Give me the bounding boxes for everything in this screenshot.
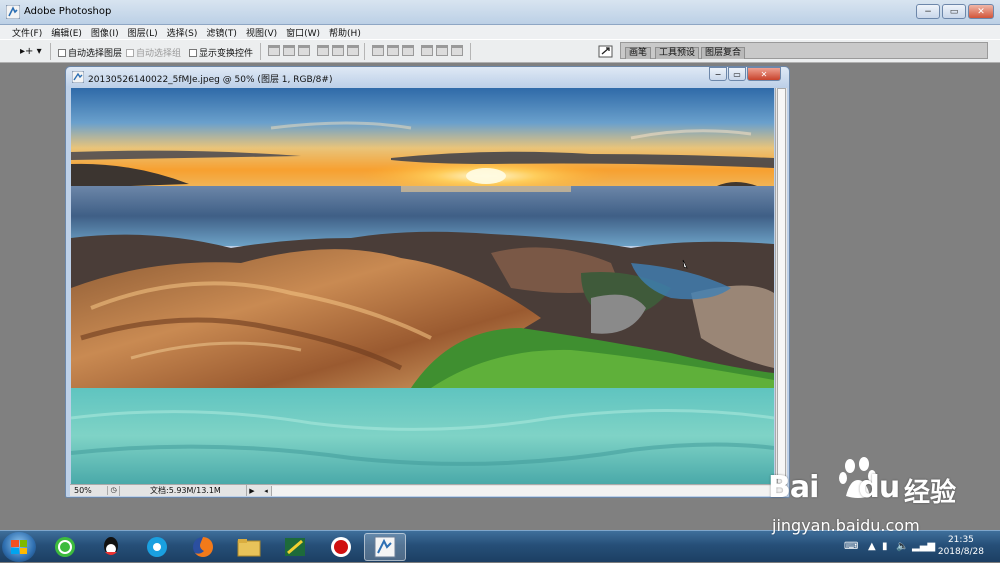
menu-select[interactable]: 选择(S) <box>163 25 203 39</box>
power-icon[interactable]: ▮ <box>882 541 888 552</box>
baidu-watermark: Bai du 经验 jingyan.baidu.com <box>768 456 993 541</box>
photoshop-app: Adobe Photoshop − ▭ ✕ 文件(F) 编辑(E) 图像(I) … <box>0 0 1000 530</box>
document-status-bar: 50% ◷ 文档:5.93M/13.1M ▶ ◂ <box>70 484 787 496</box>
distribute-left-icon[interactable] <box>421 45 433 56</box>
checkbox-box[interactable] <box>58 48 66 57</box>
distribute-top-icon[interactable] <box>372 45 384 56</box>
go-to-bridge-icon[interactable] <box>598 44 614 59</box>
volume-icon[interactable]: 🔈 <box>896 541 908 552</box>
tab-tool-presets[interactable]: 工具预设 <box>655 47 700 59</box>
menu-edit[interactable]: 编辑(E) <box>47 25 87 39</box>
align-top-icon[interactable] <box>268 45 280 56</box>
show-transform-controls-checkbox[interactable]: 显示变换控件 <box>189 46 253 59</box>
divider <box>470 43 471 60</box>
align-buttons-group <box>268 45 359 56</box>
status-menu-arrow-icon[interactable]: ▶ <box>247 487 257 495</box>
tab-layer-comps[interactable]: 图层复合 <box>701 47 746 59</box>
document-size-info: 文档:5.93M/13.1M <box>120 485 247 496</box>
zoom-level-field[interactable]: 50% <box>70 486 108 495</box>
taskbar-qq-icon[interactable] <box>90 533 132 561</box>
jingyan-logo-text: 经验 <box>904 478 957 508</box>
document-titlebar[interactable]: 20130526140022_5fMJe.jpeg @ 50% (图层 1, R… <box>66 67 789 87</box>
minimize-button[interactable]: − <box>916 4 940 19</box>
distribute-buttons-group <box>372 45 463 56</box>
move-tool-preset-picker[interactable]: ▸+ ▾ <box>20 46 42 57</box>
taskbar-media-player-icon[interactable] <box>136 533 178 561</box>
menubar: 文件(F) 编辑(E) 图像(I) 图层(L) 选择(S) 滤镜(T) 视图(V… <box>0 25 1000 39</box>
horizontal-scrollbar[interactable] <box>271 485 787 496</box>
baidu-logo-text: Bai du <box>768 470 900 505</box>
show-hidden-icons-icon[interactable]: ▲ <box>868 541 876 552</box>
doc-restore-button[interactable]: ▭ <box>728 67 746 81</box>
divider <box>50 43 51 60</box>
keyboard-icon[interactable]: ⌨ <box>844 541 858 552</box>
clock-date: 2018/8/28 <box>937 547 984 557</box>
divider <box>364 43 365 60</box>
scroll-left-arrow-icon[interactable]: ◂ <box>261 487 271 495</box>
menu-layer[interactable]: 图层(L) <box>124 25 163 39</box>
menu-file[interactable]: 文件(F) <box>8 25 47 39</box>
landscape-image <box>71 88 774 484</box>
taskbar-photoshop-icon[interactable] <box>364 533 406 561</box>
close-button[interactable]: ✕ <box>968 4 994 19</box>
menu-filter[interactable]: 滤镜(T) <box>202 25 242 39</box>
windows-logo-icon <box>11 540 27 554</box>
image-canvas[interactable] <box>71 88 774 484</box>
divider <box>260 43 261 60</box>
align-horizontal-center-icon[interactable] <box>332 45 344 56</box>
app-title: Adobe Photoshop <box>24 6 112 17</box>
menu-help[interactable]: 帮助(H) <box>325 25 366 39</box>
distribute-vcenter-icon[interactable] <box>387 45 399 56</box>
auto-select-layer-label: 自动选择图层 <box>68 49 123 59</box>
tab-brushes[interactable]: 画笔 <box>625 47 652 59</box>
taskbar-recorder-icon[interactable] <box>320 533 362 561</box>
document-title: 20130526140022_5fMJe.jpeg @ 50% (图层 1, R… <box>88 75 333 85</box>
status-menu-icon[interactable]: ◷ <box>108 485 120 496</box>
taskbar-firefox-icon[interactable] <box>182 533 224 561</box>
document-window: 20130526140022_5fMJe.jpeg @ 50% (图层 1, R… <box>65 66 790 498</box>
taskbar-browser-360-icon[interactable] <box>44 533 86 561</box>
app-titlebar: Adobe Photoshop − ▭ ✕ <box>0 0 1000 25</box>
align-bottom-icon[interactable] <box>298 45 310 56</box>
distribute-bottom-icon[interactable] <box>402 45 414 56</box>
taskbar-file-explorer-icon[interactable] <box>228 533 270 561</box>
auto-select-group-label: 自动选择组 <box>136 49 182 59</box>
menu-window[interactable]: 窗口(W) <box>282 25 325 39</box>
scrollbar-thumb[interactable] <box>777 88 786 484</box>
photoshop-logo-icon <box>6 5 20 19</box>
checkbox-box <box>126 48 134 57</box>
align-vertical-center-icon[interactable] <box>283 45 295 56</box>
taskbar-media-app-icon[interactable] <box>274 533 316 561</box>
watermark-url: jingyan.baidu.com <box>772 516 920 535</box>
distribute-hcenter-icon[interactable] <box>436 45 448 56</box>
doc-close-button[interactable]: ✕ <box>747 67 781 81</box>
vertical-scrollbar[interactable] <box>775 88 787 484</box>
auto-select-group-checkbox: 自动选择组 <box>126 46 181 59</box>
doc-minimize-button[interactable]: − <box>709 67 727 81</box>
align-right-icon[interactable] <box>347 45 359 56</box>
network-icon[interactable]: ▂▄▆ <box>912 541 935 552</box>
checkbox-box[interactable] <box>189 48 197 57</box>
menu-view[interactable]: 视图(V) <box>242 25 282 39</box>
start-button[interactable] <box>2 532 36 562</box>
distribute-right-icon[interactable] <box>451 45 463 56</box>
restore-button[interactable]: ▭ <box>942 4 966 19</box>
menu-image[interactable]: 图像(I) <box>87 25 124 39</box>
document-icon <box>72 71 84 83</box>
align-left-icon[interactable] <box>317 45 329 56</box>
show-transform-controls-label: 显示变换控件 <box>199 49 254 59</box>
auto-select-layer-checkbox[interactable]: 自动选择图层 <box>58 46 122 59</box>
